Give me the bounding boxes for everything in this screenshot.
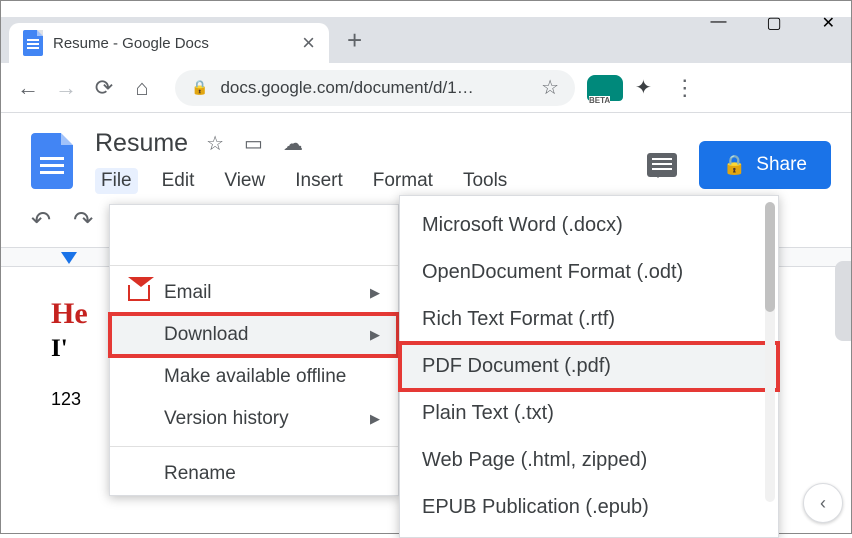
star-icon[interactable]: ☆ xyxy=(206,131,224,156)
new-tab-button[interactable]: + xyxy=(347,25,362,56)
share-button[interactable]: 🔒 Share xyxy=(699,141,831,189)
url-text: docs.google.com/document/d/1… xyxy=(220,78,473,98)
document-title[interactable]: Resume xyxy=(95,129,188,158)
home-button[interactable]: ⌂ xyxy=(129,75,155,101)
share-label: Share xyxy=(756,154,807,176)
browser-tab[interactable]: Resume - Google Docs × xyxy=(9,23,329,63)
lock-share-icon: 🔒 xyxy=(723,153,747,177)
file-menu-offline-label: Make available offline xyxy=(164,366,346,388)
submenu-scrollbar[interactable] xyxy=(765,202,775,502)
menu-edit[interactable]: Edit xyxy=(156,168,201,194)
file-menu-rename[interactable]: Rename xyxy=(110,453,398,495)
file-menu-offline[interactable]: Make available offline xyxy=(110,356,398,398)
move-icon[interactable]: ▭ xyxy=(244,131,263,156)
menu-tools[interactable]: Tools xyxy=(457,168,513,194)
explore-collapse-button[interactable]: ‹ xyxy=(803,483,843,523)
beta-extension-icon[interactable] xyxy=(587,75,623,101)
menu-view[interactable]: View xyxy=(218,168,271,194)
file-menu-email-label: Email xyxy=(164,282,212,304)
submenu-arrow-icon: ▶ xyxy=(370,327,380,343)
browser-menu-button[interactable]: ⋮ xyxy=(674,75,696,101)
address-bar[interactable]: 🔒 docs.google.com/document/d/1… ☆ xyxy=(175,70,575,106)
file-menu-version[interactable]: Version history ▶ xyxy=(110,398,398,440)
file-menu-rename-label: Rename xyxy=(164,463,236,485)
file-menu-download-label: Download xyxy=(164,324,249,346)
download-docx[interactable]: Microsoft Word (.docx) xyxy=(400,202,778,249)
file-menu-download[interactable]: Download ▶ xyxy=(110,314,398,356)
docs-logo-icon[interactable] xyxy=(31,133,73,189)
comments-icon[interactable] xyxy=(647,153,677,177)
download-rtf[interactable]: Rich Text Format (.rtf) xyxy=(400,296,778,343)
menu-insert[interactable]: Insert xyxy=(289,168,349,194)
docs-header: Resume ☆ ▭ ☁ File Edit View Insert Forma… xyxy=(1,113,851,194)
reload-button[interactable]: ⟳ xyxy=(91,75,117,101)
download-pdf[interactable]: PDF Document (.pdf) xyxy=(400,343,778,390)
menubar: File Edit View Insert Format Tools xyxy=(95,168,625,194)
tab-title: Resume - Google Docs xyxy=(53,35,292,52)
indent-marker-icon[interactable] xyxy=(61,252,77,264)
side-panel-handle[interactable] xyxy=(835,261,851,341)
back-button[interactable]: ← xyxy=(15,75,41,101)
download-html[interactable]: Web Page (.html, zipped) xyxy=(400,437,778,484)
submenu-arrow-icon: ▶ xyxy=(370,285,380,301)
download-epub[interactable]: EPUB Publication (.epub) xyxy=(400,484,778,531)
cloud-status-icon[interactable]: ☁ xyxy=(283,131,303,156)
docs-favicon xyxy=(23,30,43,56)
maximize-button[interactable]: ▢ xyxy=(766,13,781,33)
forward-button: → xyxy=(53,75,79,101)
download-odt[interactable]: OpenDocument Format (.odt) xyxy=(400,249,778,296)
lock-icon: 🔒 xyxy=(191,79,208,96)
minimize-button[interactable]: — xyxy=(710,13,726,33)
undo-button[interactable]: ↶ xyxy=(31,206,51,235)
close-window-button[interactable]: ✕ xyxy=(822,13,835,33)
download-submenu: Microsoft Word (.docx) OpenDocument Form… xyxy=(399,195,779,538)
file-dropdown: Email ▶ Download ▶ Make available offlin… xyxy=(109,204,399,496)
menu-format[interactable]: Format xyxy=(367,168,439,194)
submenu-arrow-icon: ▶ xyxy=(370,411,380,427)
window-controls: — ▢ ✕ xyxy=(710,13,835,33)
file-menu-email[interactable]: Email ▶ xyxy=(110,272,398,314)
bookmark-star-icon[interactable]: ☆ xyxy=(541,75,559,100)
browser-toolbar: ← → ⟳ ⌂ 🔒 docs.google.com/document/d/1… … xyxy=(1,63,851,113)
gmail-icon xyxy=(128,285,150,301)
close-tab-icon[interactable]: × xyxy=(302,30,315,56)
file-menu-version-label: Version history xyxy=(164,408,289,430)
download-txt[interactable]: Plain Text (.txt) xyxy=(400,390,778,437)
extensions-icon[interactable]: ✦ xyxy=(635,75,652,100)
scrollbar-thumb[interactable] xyxy=(765,202,775,312)
redo-button[interactable]: ↷ xyxy=(73,206,93,235)
menu-file[interactable]: File xyxy=(95,168,138,194)
